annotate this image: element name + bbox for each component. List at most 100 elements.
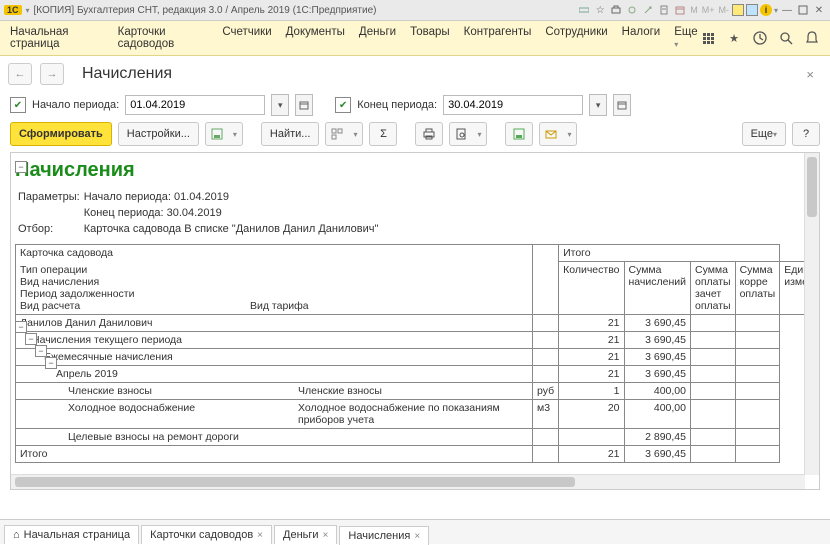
send-button[interactable]: ▾ — [539, 122, 577, 146]
page-close-icon[interactable]: × — [806, 67, 822, 82]
tab-close-icon[interactable]: × — [257, 530, 263, 541]
report-grid: Карточка садовода Итого Количество Сумма… — [15, 244, 820, 463]
maximize-icon[interactable] — [796, 3, 810, 17]
sigma-button[interactable]: Σ — [369, 122, 397, 146]
col-qty: Количество — [559, 262, 624, 315]
table-row: Апрель 2019213 690,45 — [16, 366, 821, 383]
col-sum: Сумма начислений — [624, 262, 690, 315]
tab-close-icon[interactable]: × — [323, 530, 329, 541]
menu-taxes[interactable]: Налоги — [622, 26, 661, 50]
calculator-icon[interactable] — [657, 3, 671, 17]
start-period-label: Начало периода: — [32, 99, 119, 111]
table-row: Ежемесячные начисления213 690,45 — [16, 349, 821, 366]
end-period-checkbox[interactable]: ✔ — [335, 97, 351, 113]
start-period-calendar-icon[interactable] — [295, 94, 313, 116]
titlebar-icon-a[interactable] — [625, 3, 639, 17]
titlebar-icon-nav[interactable] — [577, 3, 591, 17]
save-file-button[interactable] — [505, 122, 533, 146]
col-sumcorr: Сумма корре оплаты — [735, 262, 780, 315]
app-menu-caret[interactable]: ▾ — [26, 6, 30, 15]
print-icon[interactable] — [609, 3, 623, 17]
report-title: Начисления — [15, 157, 820, 188]
subnav: ← → Начисления × — [0, 56, 830, 92]
calendar-icon[interactable] — [673, 3, 687, 17]
m-label[interactable]: M — [689, 5, 699, 15]
info-caret[interactable]: ▾ — [774, 6, 778, 15]
favorite-icon[interactable]: ☆ — [593, 3, 607, 17]
end-period-input[interactable] — [443, 95, 583, 115]
start-period-checkbox[interactable]: ✔ — [10, 97, 26, 113]
tab-accruals[interactable]: Начисления× — [339, 526, 429, 545]
close-icon[interactable]: ✕ — [812, 3, 826, 17]
report-toolbar: Сформировать Настройки... ▾ Найти... ▾ Σ… — [0, 118, 830, 150]
menu-goods[interactable]: Товары — [410, 26, 450, 50]
start-period-input[interactable] — [125, 95, 265, 115]
help-button[interactable]: ? — [792, 122, 820, 146]
link-icon[interactable] — [641, 3, 655, 17]
menu-meters[interactable]: Счетчики — [222, 26, 271, 50]
params-label: Параметры: — [17, 190, 81, 204]
page-title: Начисления — [82, 65, 172, 83]
tab-money[interactable]: Деньги× — [274, 525, 337, 544]
start-period-dropdown[interactable]: ▾ — [271, 94, 289, 116]
end-period-calendar-icon[interactable] — [613, 94, 631, 116]
table-row: Целевые взносы на ремонт дороги2 890,45 — [16, 429, 821, 446]
table-row: Холодное водоснабжениеХолодное водоснабж… — [16, 400, 821, 429]
menu-home[interactable]: Начальная страница — [10, 26, 104, 50]
menu-contractors[interactable]: Контрагенты — [464, 26, 532, 50]
table-row: Данилов Данил Данилович213 690,45 — [16, 315, 821, 332]
horizontal-scrollbar[interactable] — [11, 474, 805, 489]
preview-button[interactable]: ▾ — [449, 122, 487, 146]
period-filters: ✔ Начало периода: ▾ ✔ Конец периода: ▾ — [0, 92, 830, 118]
window-title: [КОПИЯ] Бухгалтерия СНТ, редакция 3.0 / … — [34, 5, 377, 16]
history-icon[interactable] — [752, 30, 768, 46]
menu-cards[interactable]: Карточки садоводов — [118, 26, 209, 50]
outline-toggle[interactable]: − — [45, 357, 57, 369]
expand-groups-button[interactable]: ▾ — [325, 122, 363, 146]
end-period-dropdown[interactable]: ▾ — [589, 94, 607, 116]
menu-money[interactable]: Деньги — [359, 26, 396, 50]
total-row: Итого 21 3 690,45 — [16, 446, 821, 463]
outline-column: − − − − − — [11, 153, 15, 467]
tab-home[interactable]: ⌂Начальная страница — [4, 525, 139, 544]
m-minus-label[interactable]: M- — [717, 5, 730, 15]
table-row: Начисления текущего периода213 690,45 — [16, 332, 821, 349]
bell-icon[interactable] — [804, 30, 820, 46]
find-button[interactable]: Найти... — [261, 122, 320, 146]
print-button[interactable] — [415, 122, 443, 146]
window-titlebar: 1C ▾ [КОПИЯ] Бухгалтерия СНТ, редакция 3… — [0, 0, 830, 21]
settings-button[interactable]: Настройки... — [118, 122, 199, 146]
search-icon[interactable] — [778, 30, 794, 46]
filter-label: Отбор: — [17, 222, 81, 236]
minimize-icon[interactable]: — — [780, 3, 794, 17]
nav-back-button[interactable]: ← — [8, 63, 32, 85]
report-area: − − − − − Начисления Параметры:Начало пе… — [10, 152, 820, 490]
col-card: Карточка садовода — [16, 245, 533, 262]
outline-toggle[interactable]: − — [35, 345, 47, 357]
info-icon[interactable]: i — [760, 4, 772, 16]
end-period-label: Конец периода: — [357, 99, 437, 111]
titlebar-square-blue[interactable] — [746, 4, 758, 16]
outline-toggle[interactable]: − — [15, 161, 27, 173]
titlebar-square-yellow[interactable] — [732, 4, 744, 16]
col-sumpay: Сумма оплаты зачет оплаты — [690, 262, 735, 315]
star-icon[interactable]: ★ — [726, 30, 742, 46]
menu-staff[interactable]: Сотрудники — [545, 26, 607, 50]
m-plus-label[interactable]: M+ — [701, 5, 716, 15]
tab-close-icon[interactable]: × — [414, 531, 420, 542]
outline-toggle[interactable]: − — [15, 321, 27, 333]
table-row: Членские взносыЧленские взносыруб1400,00 — [16, 383, 821, 400]
nav-forward-button[interactable]: → — [40, 63, 64, 85]
report-params: Параметры:Начало периода: 01.04.2019 Кон… — [15, 188, 381, 238]
tab-cards[interactable]: Карточки садоводов× — [141, 525, 272, 544]
col-itogo: Итого — [559, 245, 780, 262]
outline-toggle[interactable]: − — [25, 333, 37, 345]
save-variant-button[interactable]: ▾ — [205, 122, 243, 146]
more-button[interactable]: Еще ▾ — [742, 122, 786, 146]
form-button[interactable]: Сформировать — [10, 122, 112, 146]
menu-docs[interactable]: Документы — [286, 26, 345, 50]
menu-more[interactable]: Еще ▾ — [674, 26, 700, 50]
bottom-tabs: ⌂Начальная страница Карточки садоводов× … — [0, 519, 830, 544]
apps-icon[interactable] — [700, 30, 716, 46]
vertical-scrollbar[interactable] — [804, 153, 819, 475]
